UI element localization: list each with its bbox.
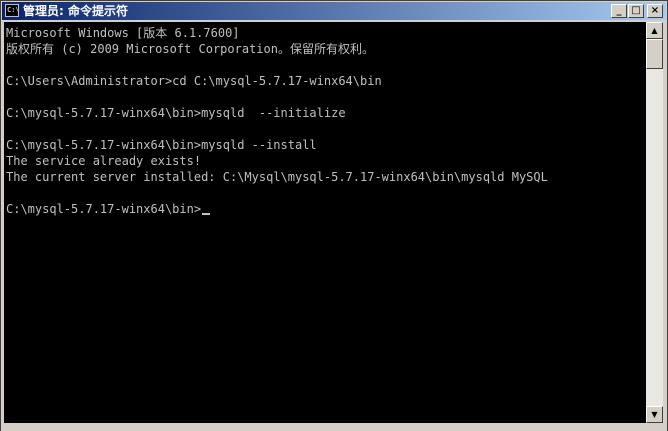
console-line: 版权所有 (c) 2009 Microsoft Corporation。保留所有…: [6, 42, 374, 56]
window-title: 管理员: 命令提示符: [23, 4, 128, 18]
console-output-area[interactable]: Microsoft Windows [版本 6.1.7600] 版权所有 (c)…: [4, 22, 646, 423]
console-line: The service already exists!: [6, 154, 202, 168]
scroll-down-button[interactable]: ▼: [646, 406, 663, 423]
prompt-line[interactable]: C:\mysql-5.7.17-winx64\bin>: [6, 201, 211, 217]
window-bottom-border: [1, 425, 667, 431]
vertical-scrollbar[interactable]: ▲ ▼: [646, 22, 663, 423]
scroll-thumb[interactable]: [646, 39, 663, 69]
scroll-up-button[interactable]: ▲: [646, 22, 663, 39]
console-line: Microsoft Windows [版本 6.1.7600]: [6, 26, 240, 40]
text-cursor: [202, 213, 211, 215]
console-line: C:\mysql-5.7.17-winx64\bin>mysqld --init…: [6, 106, 346, 120]
console-line: The current server installed: C:\Mysql\m…: [6, 170, 548, 184]
prompt-text: C:\mysql-5.7.17-winx64\bin>: [6, 202, 202, 216]
command-prompt-window: C:\ 管理员: 命令提示符 _ □ × Microsoft Windows […: [0, 0, 668, 431]
maximize-button[interactable]: □: [628, 4, 644, 18]
console-line: C:\Users\Administrator>cd C:\mysql-5.7.1…: [6, 74, 382, 88]
close-button[interactable]: ×: [647, 4, 663, 18]
console-icon: C:\: [5, 4, 19, 17]
console-line: C:\mysql-5.7.17-winx64\bin>mysqld --inst…: [6, 138, 317, 152]
minimize-button[interactable]: _: [611, 4, 627, 18]
title-bar[interactable]: C:\ 管理员: 命令提示符 _ □ ×: [2, 2, 666, 20]
